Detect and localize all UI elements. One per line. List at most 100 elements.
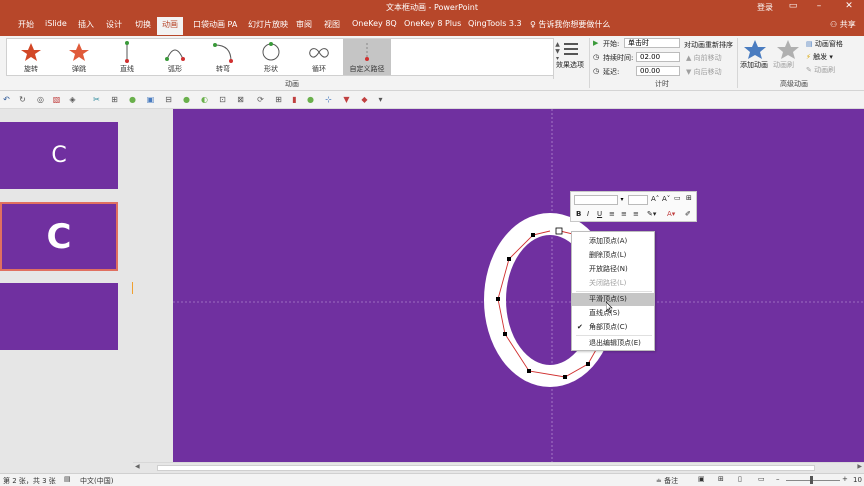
tab-insert[interactable]: 插入 [78,19,94,30]
tab-pocket-animation[interactable]: 口袋动画 PA [193,19,237,30]
format-icon[interactable]: ◈ [68,95,77,104]
customize-toolbar-icon[interactable]: ▾ [376,95,385,104]
align-icon[interactable]: ⊟ [164,95,173,104]
undo-icon[interactable]: ↶ [2,95,11,104]
tab-qingtools[interactable]: QingTools 3.3 [468,19,522,28]
font-color-icon[interactable]: A▾ [667,210,675,218]
trigger-button[interactable]: ⚡ 触发 ▾ [806,52,833,62]
anim-custom-path[interactable]: 自定义路径 [343,39,391,75]
horizontal-scrollbar[interactable]: ◀ ▶ [133,462,864,473]
circle-tool-icon[interactable]: ● [128,95,137,104]
slide-thumbnail-1[interactable]: C [0,122,118,189]
format-painter-icon[interactable]: ✐ [685,210,691,218]
zoom-slider-track[interactable] [786,480,840,481]
reading-view-icon[interactable]: ▯ [738,475,742,483]
highlight-icon[interactable]: ✎▾ [647,210,656,218]
zoom-in-icon[interactable]: + [842,475,848,483]
green-circle-icon[interactable]: ● [306,95,315,104]
minimize-icon[interactable]: – [806,0,832,14]
red-bar-icon[interactable]: ▮ [290,95,299,104]
tab-view[interactable]: 视图 [324,19,340,30]
distribute-icon[interactable]: ⊡ [218,95,227,104]
menu-item-add-point[interactable]: 添加顶点(A) [572,235,654,248]
slide-canvas[interactable] [173,109,864,464]
font-name-dropdown-icon[interactable]: ▾ [618,195,626,205]
shape-icon[interactable]: ▧ [52,95,61,104]
effect-options-button[interactable]: 效果选项 [556,40,586,76]
menu-item-open-path[interactable]: 开放路径(N) [572,263,654,276]
redo-icon[interactable]: ↻ [18,95,27,104]
animation-brush-button[interactable]: ✎ 动画刷 [806,65,835,75]
picture-icon[interactable]: ▣ [146,95,155,104]
tab-islide[interactable]: iSlide [45,19,67,28]
ribbon-display-options-icon[interactable]: ▭ [780,0,806,14]
anim-line[interactable]: 直线 [103,39,151,75]
animation-painter-button[interactable]: 动画刷 [772,38,804,76]
tab-onekey-8-plus[interactable]: OneKey 8 Plus [404,19,461,28]
start-select[interactable]: 单击时 [624,38,680,48]
move-earlier-button[interactable]: ▲ 向前移动 [686,53,722,63]
red-arrow-icon[interactable]: ▼ [342,95,351,104]
group-icon[interactable]: ⊠ [236,95,245,104]
tab-review[interactable]: 审阅 [296,19,312,30]
move-later-button[interactable]: ▼ 向后移动 [686,67,722,77]
menu-item-corner-point[interactable]: ✔ 角部顶点(C) [572,321,654,334]
align-right-icon[interactable]: ≡ [633,210,639,218]
anim-bounce[interactable]: 弹跳 [55,39,103,75]
add-icon[interactable]: ⊞ [686,194,692,202]
animation-pane-button[interactable]: ▤ 动画窗格 [806,39,843,49]
delay-input[interactable]: 00.00 [636,66,680,76]
slideshow-icon[interactable]: ▭ [758,475,765,483]
language-status[interactable]: 中文(中国) [80,476,113,486]
tab-transitions[interactable]: 切换 [135,19,151,30]
font-size-select[interactable] [628,195,648,205]
grow-font-icon[interactable]: A˄ [651,195,659,203]
normal-view-icon[interactable]: ▣ [698,475,705,483]
zoom-level[interactable]: 10 [853,476,862,484]
menu-item-close-path[interactable]: 关闭路径(L) [572,277,654,290]
zoom-slider-thumb[interactable] [810,476,813,484]
scroll-thumb[interactable] [157,465,815,471]
blue-icon[interactable]: ⊹ [324,95,333,104]
notes-button[interactable]: ≐ 备注 [656,476,678,486]
underline-icon[interactable]: U [597,210,602,218]
menu-item-delete-point[interactable]: 删除顶点(L) [572,249,654,262]
shrink-font-icon[interactable]: A˅ [662,195,670,203]
slide-thumbnail-2[interactable]: C [0,202,118,271]
slide-sorter-icon[interactable]: ⊞ [718,475,724,483]
repeat-icon[interactable]: ◎ [36,95,45,104]
anim-turn[interactable]: 转弯 [199,39,247,75]
tab-slideshow[interactable]: 幻灯片放映 [248,19,288,30]
close-icon[interactable]: ✕ [836,0,862,14]
zoom-out-icon[interactable]: – [776,475,780,483]
tab-animations[interactable]: 动画 [157,17,183,35]
menu-item-exit-edit-points[interactable]: 退出编辑顶点(E) [572,337,654,350]
order-icon[interactable]: ⊞ [274,95,283,104]
align-left-icon[interactable]: ≡ [609,210,615,218]
share-button[interactable]: ⚇ 共享 [830,19,856,30]
italic-icon[interactable]: I [587,210,589,218]
login-button[interactable]: 登录 [757,2,773,13]
align-center-icon[interactable]: ≡ [621,210,627,218]
new-comment-icon[interactable]: ▭ [674,194,681,202]
tab-design[interactable]: 设计 [106,19,122,30]
scroll-left-icon[interactable]: ◀ [135,463,140,470]
bold-icon[interactable]: B [576,210,581,218]
tell-me-search[interactable]: ♀ 告诉我你想要做什么 [530,19,610,30]
green-shape-icon[interactable]: ◐ [200,95,209,104]
crop-icon[interactable]: ⊞ [110,95,119,104]
add-animation-button[interactable]: 添加动画 [739,38,771,76]
anim-loop[interactable]: 循环 [295,39,343,75]
tool-icon[interactable]: ✂ [92,95,101,104]
red-diamond-icon[interactable]: ◆ [360,95,369,104]
anim-shape[interactable]: 形状 [247,39,295,75]
tab-onekey-8q[interactable]: OneKey 8Q [352,19,397,28]
anim-spin[interactable]: 旋转 [7,39,55,75]
anim-arc[interactable]: 弧形 [151,39,199,75]
scroll-right-icon[interactable]: ▶ [857,463,862,470]
spellcheck-icon[interactable]: ▤ [64,475,71,483]
font-name-select[interactable] [574,195,618,205]
duration-input[interactable]: 02.00 [636,52,680,62]
tab-home[interactable]: 开始 [18,19,34,30]
rotate-icon[interactable]: ⟳ [256,95,265,104]
